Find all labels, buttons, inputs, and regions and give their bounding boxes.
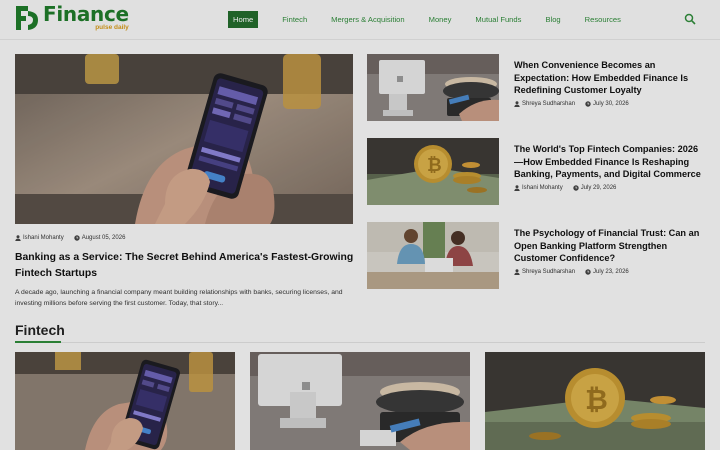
side-article-author-name: Shreya Sudharshan: [522, 269, 576, 275]
side-article-title[interactable]: The World's Top Fintech Companies: 2026—…: [514, 143, 706, 181]
fintech-card-image[interactable]: [250, 352, 470, 450]
side-article-title[interactable]: The Psychology of Financial Trust: Can a…: [514, 227, 706, 265]
logo-name: Finance: [43, 2, 129, 27]
clock-icon: [585, 269, 591, 275]
side-article-date: July 29, 2026: [573, 185, 617, 191]
clock-icon: [573, 185, 579, 191]
nav-mergers-acquisition[interactable]: Mergers & Acquisition: [331, 11, 404, 28]
side-article-date-text: July 29, 2026: [580, 185, 617, 191]
section-title: Fintech: [15, 322, 65, 338]
nav-mutual-funds[interactable]: Mutual Funds: [475, 11, 521, 28]
nav-resources[interactable]: Resources: [585, 11, 621, 28]
side-article-author-name: Shreya Sudharshan: [522, 101, 576, 107]
main-nav: Home Fintech Mergers & Acquisition Money…: [228, 11, 645, 28]
side-article: ₿ The World's Top Fintech Companies: 202…: [367, 138, 707, 206]
clock-icon: [585, 101, 591, 107]
nav-fintech[interactable]: Fintech: [282, 11, 307, 28]
user-icon: [514, 185, 520, 191]
section-title-underline: [15, 341, 61, 343]
side-article-meta: Shreya Sudharshan July 23, 2026: [514, 269, 639, 275]
side-article-meta: Shreya Sudharshan July 30, 2026: [514, 101, 639, 107]
featured-meta: Ishani Mohanty August 05, 2026: [15, 235, 135, 241]
fintech-card-image[interactable]: ₿: [485, 352, 705, 450]
nav-money[interactable]: Money: [429, 11, 452, 28]
featured-image[interactable]: [15, 54, 353, 224]
user-icon: [15, 235, 21, 241]
featured-author-name: Ishani Mohanty: [23, 235, 64, 241]
side-article-author[interactable]: Ishani Mohanty: [514, 185, 563, 191]
site-header: Finance pulse daily Home Fintech Mergers…: [0, 0, 720, 40]
logo-tagline: pulse daily: [95, 24, 129, 32]
section-divider: [15, 342, 705, 343]
side-article: The Psychology of Financial Trust: Can a…: [367, 222, 707, 290]
fintech-card-image[interactable]: [15, 352, 235, 450]
featured-author[interactable]: Ishani Mohanty: [15, 235, 64, 241]
side-article-author[interactable]: Shreya Sudharshan: [514, 101, 575, 107]
nav-home[interactable]: Home: [228, 11, 259, 28]
side-article-author-name: Ishani Mohanty: [522, 185, 563, 191]
side-article-image[interactable]: [367, 222, 499, 289]
side-article-date: July 30, 2026: [585, 101, 629, 107]
featured-date: August 05, 2026: [74, 235, 126, 241]
user-icon: [514, 101, 520, 107]
side-article-author[interactable]: Shreya Sudharshan: [514, 269, 575, 275]
user-icon: [514, 269, 520, 275]
side-article-date: July 23, 2026: [585, 269, 629, 275]
svg-text:₿: ₿: [427, 155, 442, 176]
side-article-title[interactable]: When Convenience Becomes an Expectation:…: [514, 59, 706, 97]
featured-title[interactable]: Banking as a Service: The Secret Behind …: [15, 250, 355, 282]
featured-date-text: August 05, 2026: [81, 235, 126, 241]
side-article-date-text: July 23, 2026: [593, 269, 629, 275]
site-logo[interactable]: Finance pulse daily: [14, 4, 129, 32]
side-article: When Convenience Becomes an Expectation:…: [367, 54, 707, 122]
nav-blog[interactable]: Blog: [545, 11, 560, 28]
logo-icon: [16, 6, 38, 30]
side-article-image[interactable]: ₿: [367, 138, 499, 205]
clock-icon: [74, 235, 80, 241]
side-article-meta: Ishani Mohanty July 29, 2026: [514, 185, 626, 191]
svg-text:₿: ₿: [585, 383, 608, 416]
search-icon[interactable]: [684, 13, 696, 25]
side-article-image[interactable]: [367, 54, 499, 121]
featured-excerpt: A decade ago, launching a financial comp…: [15, 289, 343, 307]
side-article-date-text: July 30, 2026: [593, 101, 629, 107]
